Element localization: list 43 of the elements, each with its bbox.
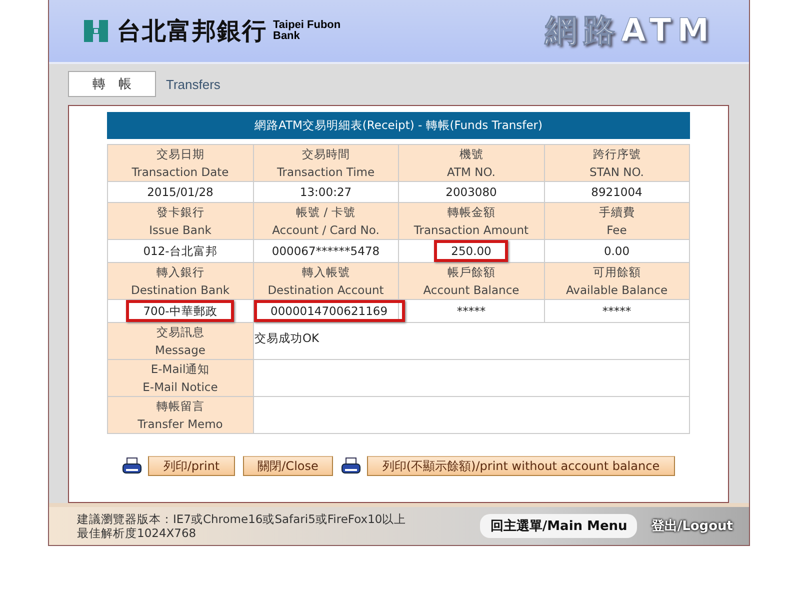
field-value: 交易成功OK [253, 322, 690, 360]
browser-note: 建議瀏覽器版本：IE7或Chrome16或Safari5或FireFox10以上 [77, 512, 406, 526]
field-value: ***** [456, 303, 486, 320]
bank-name-english: Bank [273, 30, 300, 42]
field-label: 交易時間 Transaction Time [253, 144, 398, 182]
field-value: 250.00 [434, 240, 508, 262]
field-label: 交易訊息 Message [108, 322, 253, 360]
printer-icon[interactable] [341, 457, 362, 476]
field-label: 帳戶餘額 Account Balance [398, 262, 544, 300]
field-value: 0.00 [604, 243, 630, 260]
printer-icon[interactable] [122, 457, 142, 476]
field-label: 跨行序號 STAN NO. [544, 144, 690, 182]
bank-name: 台北富邦銀行 [117, 16, 267, 47]
field-value: 13:00:27 [300, 184, 352, 200]
field-label: 發卡銀行 Issue Bank [108, 202, 253, 240]
field-label: 轉入帳號 Destination Account [253, 262, 398, 300]
field-value: 2015/01/28 [147, 184, 214, 200]
transfer-tab[interactable]: 轉 帳 [68, 71, 156, 98]
field-label: 轉帳留言 Transfer Memo [108, 396, 253, 434]
browser-note: 最佳解析度1024X768 [77, 526, 198, 540]
field-value: 000067******5478 [272, 243, 380, 260]
action-button[interactable]: 列印/print [148, 456, 235, 476]
action-button[interactable]: 列印(不顯示餘額)/print without account balance [367, 456, 675, 476]
field-label: 手續費 Fee [544, 202, 690, 240]
field-value: ***** [602, 303, 632, 320]
field-label: 轉帳金額 Transaction Amount [398, 202, 544, 240]
field-value: 700-中華郵政 [126, 300, 234, 322]
receipt-title: 網路ATM交易明細表(Receipt) - 轉帳(Funds Transfer) [107, 112, 690, 140]
field-value: 8921004 [591, 184, 642, 200]
field-label: 帳號 / 卡號 Account / Card No. [253, 202, 398, 240]
field-value: 012-台北富邦 [143, 243, 218, 260]
field-label: 轉入銀行 Destination Bank [108, 262, 253, 300]
field-label: 可用餘額 Available Balance [544, 262, 690, 300]
field-label: 機號 ATM NO. [398, 144, 544, 182]
field-value: 0000014700621169 [254, 300, 405, 322]
service-title: 網路ATM [545, 10, 715, 51]
page-subtitle: Transfers [166, 76, 220, 92]
bank-name-english: Taipei Fubon [273, 20, 341, 31]
field-value: 2003080 [446, 184, 497, 200]
field-label: E-Mail通知 E-Mail Notice [108, 360, 253, 397]
main-menu-link[interactable]: 回主選單/Main Menu [480, 514, 638, 538]
action-button[interactable]: 關閉/Close [242, 456, 334, 476]
field-label: 交易日期 Transaction Date [108, 144, 253, 182]
